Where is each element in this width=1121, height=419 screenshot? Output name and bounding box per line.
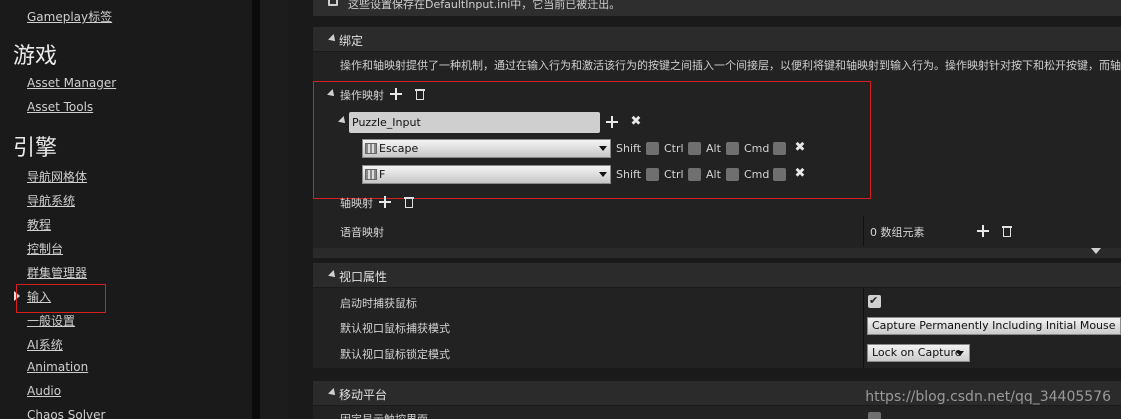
sidebar-item-crowd-manager[interactable]: 群集管理器 [27,264,87,281]
section-header-viewport[interactable]: 视口属性 [313,263,1121,287]
lock-icon [328,0,338,6]
section-title-viewport: 视口属性 [339,270,388,284]
selection-highlight-box [16,284,106,313]
sidebar-item-asset-tools[interactable]: Asset Tools [27,100,93,114]
add-speech-mapping-plus-icon[interactable] [977,225,989,237]
column-divider [863,288,864,368]
speech-mappings-count: 0 数组元素 [870,226,925,239]
collapse-arrow-icon [328,388,338,398]
bindings-description: 操作和轴映射提供了一种机制，通过在输入行为和激活该行为的按键之间插入一个间接层，… [340,59,1121,72]
always-show-touch-ui-checkbox[interactable] [868,412,881,419]
annotation-highlight-box [313,81,871,199]
clear-speech-mappings-trash-icon[interactable] [1002,225,1012,237]
mobile-body [313,406,1121,419]
sidebar-item-chaos-solver[interactable]: Chaos Solver [27,408,105,419]
clear-axis-mappings-trash-icon[interactable] [404,196,414,208]
add-axis-mapping-plus-icon[interactable] [379,196,391,208]
mouse-capture-mode-label: 默认视口鼠标捕获模式 [340,322,450,335]
sidebar-item-tutorial[interactable]: 教程 [27,216,51,233]
sidebar-item-nav-system[interactable]: 导航系统 [27,192,75,209]
section-title-mobile: 移动平台 [339,388,388,402]
mouse-lock-mode-label: 默认视口鼠标锁定模式 [340,348,450,361]
select-value: Capture Permanently Including Initial Mo… [872,319,1120,332]
collapse-arrow-icon [328,34,338,44]
section-header-bindings[interactable]: 绑定 [313,27,1121,51]
sidebar-item-audio[interactable]: Audio [27,384,61,398]
settings-sidebar: Gameplay标签 游戏 Asset Manager Asset Tools … [0,0,252,419]
capture-mouse-on-launch-label: 启动时捕获鼠标 [340,297,417,310]
column-divider [863,216,864,246]
capture-mouse-on-launch-checkbox[interactable] [868,294,881,308]
side-strip [260,0,288,419]
advanced-chevron-down-icon[interactable] [1091,248,1101,254]
sidebar-item-asset-manager[interactable]: Asset Manager [27,76,116,90]
section-title-bindings: 绑定 [339,34,364,48]
sidebar-item-gameplay-tags[interactable]: Gameplay标签 [27,8,112,25]
advanced-expander[interactable] [313,248,1121,258]
sidebar-item-ai-system[interactable]: AI系统 [27,336,63,353]
always-show-touch-ui-label: 固定显示触控界面 [340,411,428,419]
axis-mappings-label: 轴映射 [340,197,373,210]
sidebar-category-engine: 引擎 [13,136,58,161]
sidebar-item-console[interactable]: 控制台 [27,240,63,257]
sidebar-category-game: 游戏 [13,44,58,69]
settings-main-panel: 这些设置保存在DefaultInput.ini中，它当前已被迁出。 绑定 操作和… [288,0,1121,419]
mouse-capture-mode-select[interactable]: Capture Permanently Including Initial Mo… [867,317,1121,335]
sidebar-item-animation[interactable]: Animation [27,360,88,374]
collapse-arrow-icon [328,270,338,280]
watermark-text: https://blog.csdn.net/qq_34405576 [865,389,1111,405]
sidebar-item-navmesh[interactable]: 导航网格体 [27,168,87,185]
mouse-lock-mode-select[interactable]: Lock on Capture [867,344,970,362]
chevron-down-icon [956,351,964,356]
speech-mappings-label: 语音映射 [340,226,384,239]
checkout-notice: 这些设置保存在DefaultInput.ini中，它当前已被迁出。 [348,0,621,11]
select-value: Lock on Capture [872,346,962,359]
sidebar-item-general-settings[interactable]: 一般设置 [27,312,75,329]
panel-splitter[interactable] [252,0,260,419]
